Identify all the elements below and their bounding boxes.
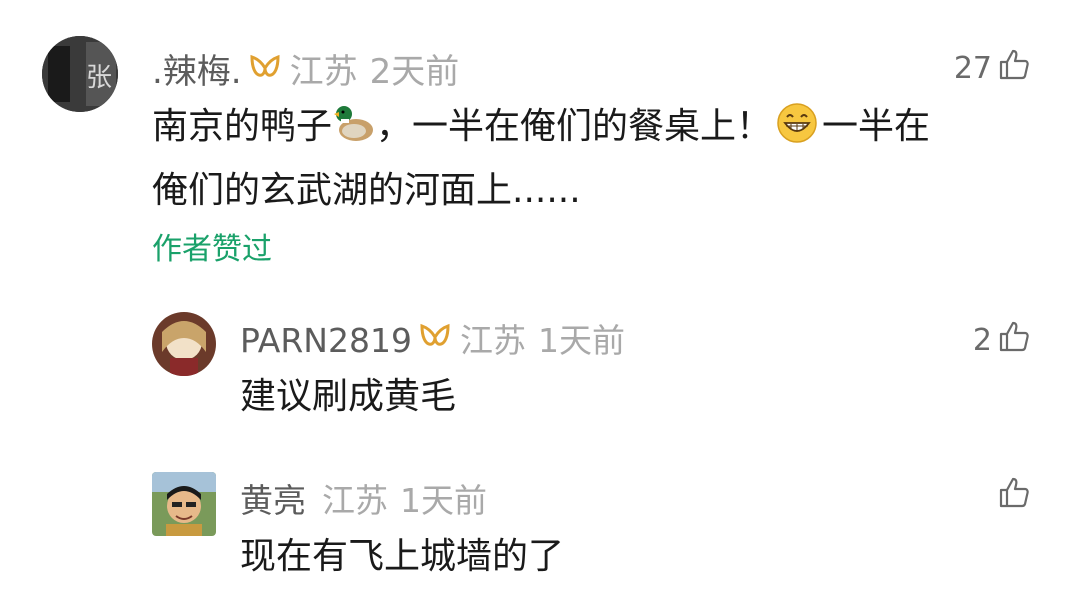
thumbs-up-icon: [998, 320, 1030, 360]
comment-text: 现在有飞上城墙的了: [240, 536, 565, 577]
avatar-text: 张: [86, 63, 112, 93]
comment-text-part: ，一半在俺们的餐桌上！: [376, 106, 773, 147]
location: 江苏: [322, 481, 388, 520]
location: 江苏: [459, 321, 526, 360]
timestamp: 2天前: [369, 52, 460, 92]
author-liked-label: 作者赞过: [152, 232, 272, 267]
comment-meta: PARN2819 江苏 1天前: [240, 314, 625, 360]
timestamp: 1天前: [400, 481, 487, 520]
location: 江苏: [289, 52, 358, 92]
reply-item: 黄亮 江苏 1天前 现在有飞上城墙的了: [0, 460, 1080, 607]
comment-list: 张 .辣梅. 江苏 2天前 27 南京的鸭子 ，一半在俺们的餐桌上！ 一半在 俺…: [0, 0, 1080, 607]
comment-text-part: 一半在: [822, 106, 931, 147]
comment-meta: .辣梅. 江苏 2天前: [152, 44, 459, 92]
comment-text: 南京的鸭子 ，一半在俺们的餐桌上！ 一半在 俺们的玄武湖的河面上......: [152, 98, 1042, 220]
like-button[interactable]: 27: [954, 48, 1030, 88]
comment-meta: 黄亮 江苏 1天前: [240, 474, 487, 520]
vip-badge-icon: [418, 321, 452, 360]
comment-text-part: 南京的鸭子: [152, 106, 333, 147]
comment-text: 建议刷成黄毛: [240, 376, 457, 417]
thumbs-up-icon: [998, 476, 1030, 516]
grinning-face-emoji-icon: [776, 102, 818, 162]
comment-text-line: 俺们的玄武湖的河面上......: [152, 170, 581, 211]
avatar[interactable]: [152, 472, 216, 536]
avatar[interactable]: [152, 312, 216, 376]
username[interactable]: 黄亮: [240, 474, 306, 522]
vip-badge-icon: [248, 52, 282, 92]
thumbs-up-icon: [998, 48, 1030, 88]
avatar[interactable]: 张: [42, 36, 118, 112]
duck-emoji-icon: [332, 104, 376, 162]
reply-item: PARN2819 江苏 1天前 2 建议刷成黄毛: [0, 300, 1080, 450]
like-button[interactable]: 2: [973, 320, 1030, 360]
timestamp: 1天前: [537, 321, 625, 360]
like-count: 2: [972, 322, 992, 358]
username[interactable]: .辣梅.: [152, 44, 242, 93]
like-count: 27: [953, 50, 992, 86]
username[interactable]: PARN2819: [240, 321, 412, 360]
like-button[interactable]: [998, 476, 1030, 516]
comment-item: 张 .辣梅. 江苏 2天前 27 南京的鸭子 ，一半在俺们的餐桌上！ 一半在 俺…: [0, 0, 1080, 290]
